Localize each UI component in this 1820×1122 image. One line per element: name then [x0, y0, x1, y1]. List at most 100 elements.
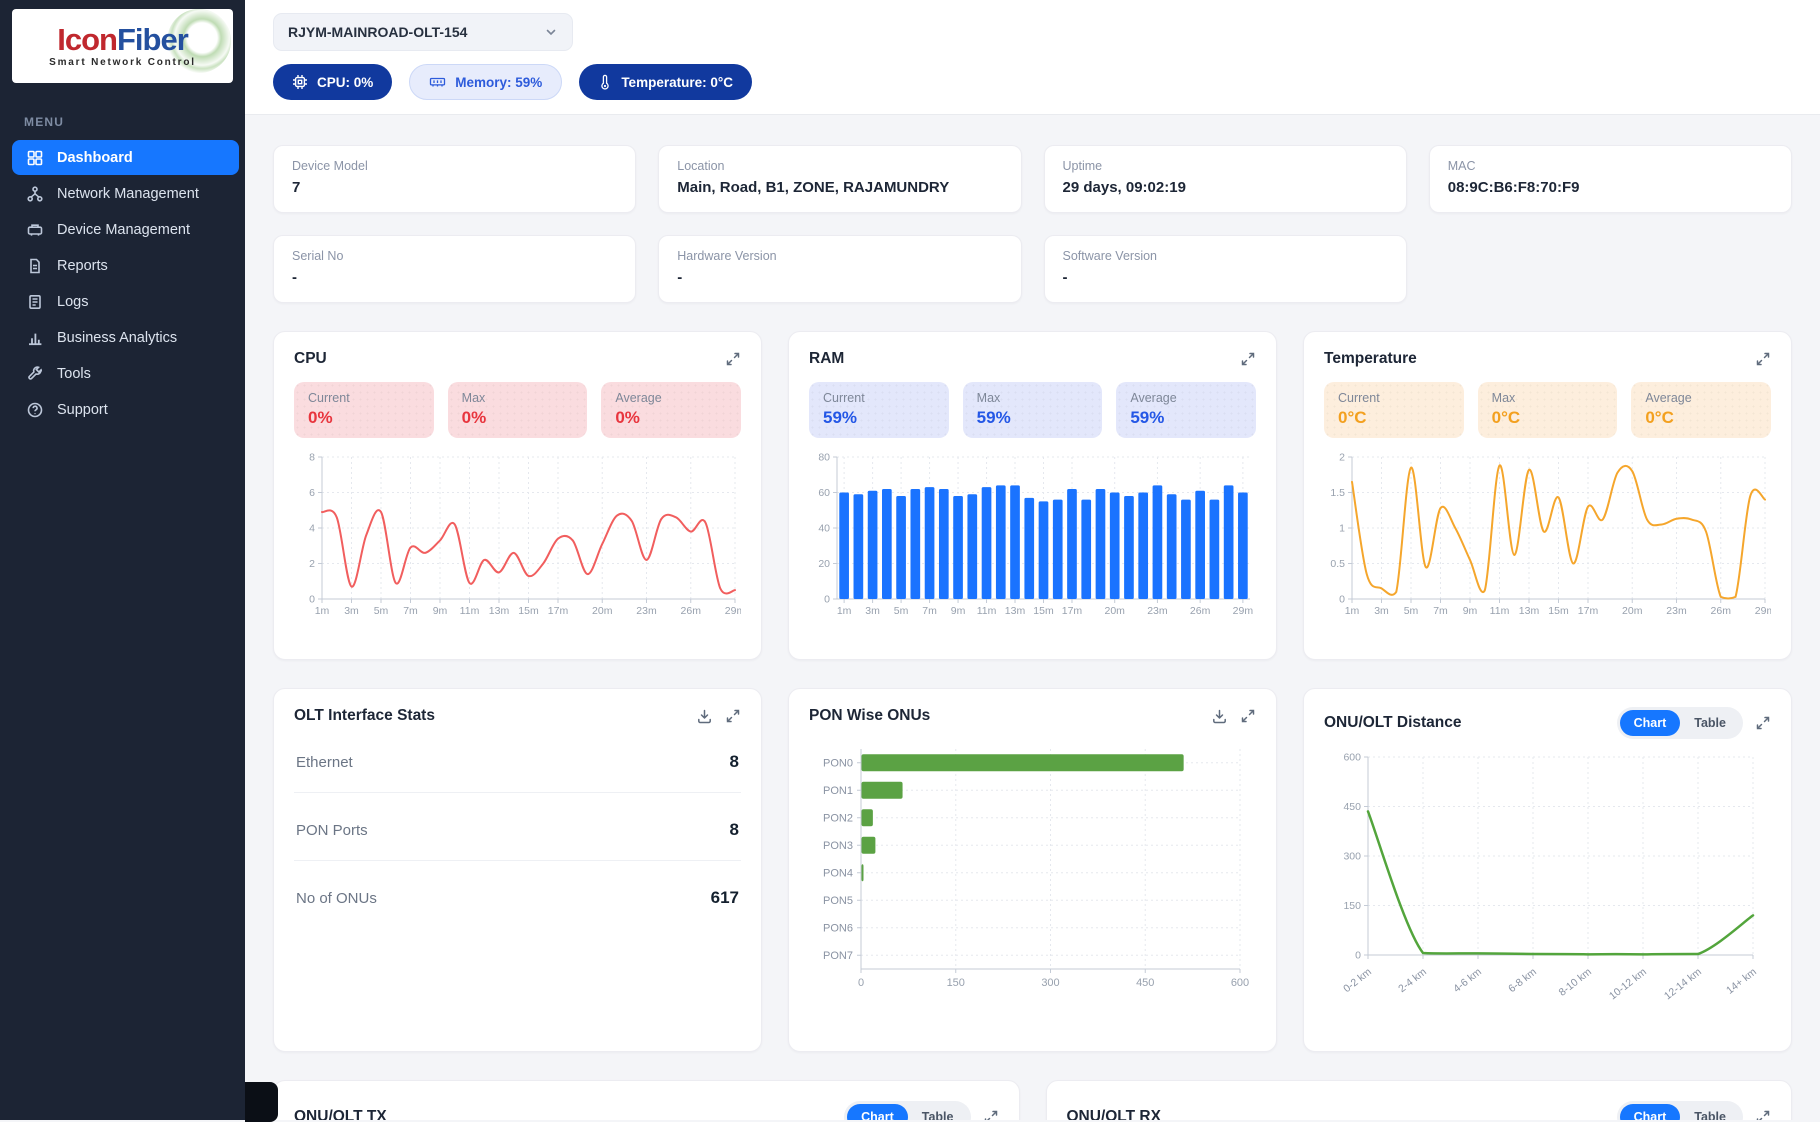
- olt-stat-row-onus: No of ONUs 617: [294, 861, 741, 928]
- svg-text:0: 0: [858, 977, 864, 989]
- sidebar-item-tools[interactable]: Tools: [12, 356, 239, 391]
- svg-text:15m: 15m: [1033, 605, 1054, 617]
- rx-toggle-table-button[interactable]: Table: [1680, 1104, 1740, 1120]
- tile-label: Current: [1338, 391, 1450, 405]
- info-label: Hardware Version: [677, 249, 1002, 263]
- rx-chart-table-toggle[interactable]: Chart Table: [1617, 1101, 1743, 1120]
- tile-value: 59%: [1130, 408, 1242, 428]
- memory-icon: [429, 74, 446, 90]
- svg-text:1m: 1m: [315, 605, 330, 617]
- svg-text:0: 0: [824, 594, 830, 606]
- dashboard-icon: [26, 149, 44, 167]
- svg-text:26m: 26m: [681, 605, 702, 617]
- svg-text:5m: 5m: [1404, 605, 1419, 617]
- svg-text:5m: 5m: [374, 605, 389, 617]
- expand-icon[interactable]: [1755, 715, 1771, 731]
- distance-toggle-table-button[interactable]: Table: [1680, 710, 1740, 736]
- sidebar-item-support[interactable]: Support: [12, 392, 239, 427]
- info-value: -: [677, 269, 1002, 286]
- tile-value: 0%: [308, 408, 420, 428]
- row-label: Ethernet: [296, 754, 353, 771]
- bottom-left-widget[interactable]: [245, 1082, 278, 1122]
- download-icon[interactable]: [1211, 708, 1228, 725]
- cpu-current-tile: Current 0%: [294, 382, 434, 438]
- rx-toggle-chart-button[interactable]: Chart: [1620, 1104, 1681, 1120]
- sidebar-item-reports[interactable]: Reports: [12, 248, 239, 283]
- ram-bar-chart[interactable]: 0204060801m3m5m7m9m11m13m15m17m20m23m26m…: [809, 449, 1256, 621]
- expand-icon[interactable]: [1240, 351, 1256, 367]
- tile-value: 59%: [977, 408, 1089, 428]
- svg-text:2: 2: [1339, 452, 1345, 464]
- tx-chart-table-toggle[interactable]: Chart Table: [844, 1101, 970, 1120]
- svg-text:1m: 1m: [1345, 605, 1360, 617]
- sidebar-item-network-management[interactable]: Network Management: [12, 176, 239, 211]
- svg-text:3m: 3m: [1374, 605, 1389, 617]
- cpu-line-chart[interactable]: 024681m3m5m7m9m11m13m15m17m20m23m26m29m: [294, 449, 741, 621]
- brand-logo[interactable]: IconFiber Smart Network Control: [12, 9, 233, 83]
- svg-text:0: 0: [309, 594, 315, 606]
- svg-text:17m: 17m: [1578, 605, 1599, 617]
- svg-text:29m: 29m: [1755, 605, 1771, 617]
- distance-line-chart[interactable]: 01503004506000-2 km2-4 km4-6 km6-8 km8-1…: [1324, 747, 1771, 1019]
- svg-text:29m: 29m: [725, 605, 741, 617]
- tools-icon: [26, 365, 44, 383]
- pon-horizontal-bar-chart[interactable]: 0150300450600PON0PON1PON2PON3PON4PON5PON…: [809, 741, 1256, 997]
- svg-text:600: 600: [1343, 752, 1361, 764]
- tile-label: Average: [1645, 391, 1757, 405]
- svg-text:PON2: PON2: [823, 812, 853, 824]
- sidebar-item-logs[interactable]: Logs: [12, 284, 239, 319]
- svg-text:40: 40: [818, 523, 830, 535]
- svg-text:PON4: PON4: [823, 867, 853, 879]
- cpu-status-pill[interactable]: CPU: 0%: [273, 64, 392, 100]
- cpu-stat-tiles: Current0% Max0% Average0%: [294, 382, 741, 438]
- expand-icon[interactable]: [1755, 1109, 1771, 1120]
- expand-icon[interactable]: [725, 351, 741, 367]
- svg-text:7m: 7m: [922, 605, 937, 617]
- distance-toggle-chart-button[interactable]: Chart: [1620, 710, 1681, 736]
- svg-text:60: 60: [818, 487, 830, 499]
- expand-icon[interactable]: [1240, 708, 1256, 724]
- brand-name: IconFiber: [57, 24, 188, 55]
- svg-text:15m: 15m: [1548, 605, 1569, 617]
- sidebar-item-device-management[interactable]: Device Management: [12, 212, 239, 247]
- svg-text:14+ km: 14+ km: [1724, 966, 1759, 997]
- svg-text:450: 450: [1136, 977, 1154, 989]
- svg-text:PON1: PON1: [823, 785, 853, 797]
- download-icon[interactable]: [696, 708, 713, 725]
- expand-icon[interactable]: [725, 708, 741, 724]
- row-label: No of ONUs: [296, 890, 377, 907]
- onu-olt-tx-card: ONU/OLT TX Chart Table: [273, 1080, 1020, 1120]
- temperature-card-title: Temperature: [1324, 350, 1417, 368]
- onu-olt-rx-card: ONU/OLT RX Chart Table: [1046, 1080, 1793, 1120]
- analytics-icon: [26, 329, 44, 347]
- device-selector-dropdown[interactable]: RJYM-MAINROAD-OLT-154: [273, 13, 573, 51]
- tile-label: Current: [308, 391, 420, 405]
- temperature-status-pill[interactable]: Temperature: 0°C: [579, 64, 752, 100]
- svg-text:13m: 13m: [489, 605, 510, 617]
- cpu-pill-label: CPU: 0%: [317, 75, 373, 90]
- ram-average-tile: Average59%: [1116, 382, 1256, 438]
- tx-toggle-table-button[interactable]: Table: [908, 1104, 968, 1120]
- tx-toggle-chart-button[interactable]: Chart: [847, 1104, 908, 1120]
- svg-text:11m: 11m: [460, 605, 480, 617]
- sidebar-item-business-analytics[interactable]: Business Analytics: [12, 320, 239, 355]
- svg-text:29m: 29m: [1233, 605, 1254, 617]
- temperature-average-tile: Average0°C: [1631, 382, 1771, 438]
- svg-text:20m: 20m: [1104, 605, 1125, 617]
- svg-text:80: 80: [818, 452, 830, 464]
- tile-label: Current: [823, 391, 935, 405]
- sidebar-item-dashboard[interactable]: Dashboard: [12, 140, 239, 175]
- distance-chart-table-toggle[interactable]: Chart Table: [1617, 707, 1743, 739]
- svg-text:9m: 9m: [951, 605, 966, 617]
- svg-text:9m: 9m: [433, 605, 448, 617]
- svg-text:9m: 9m: [1463, 605, 1478, 617]
- memory-status-pill[interactable]: Memory: 59%: [409, 64, 562, 100]
- temperature-stat-tiles: Current0°C Max0°C Average0°C: [1324, 382, 1771, 438]
- expand-icon[interactable]: [1755, 351, 1771, 367]
- tile-value: 0°C: [1492, 408, 1604, 428]
- expand-icon[interactable]: [983, 1109, 999, 1120]
- temperature-line-chart[interactable]: 00.511.521m3m5m7m9m11m13m15m17m20m23m26m…: [1324, 449, 1771, 621]
- cpu-average-tile: Average0%: [601, 382, 741, 438]
- olt-interface-stats-card: OLT Interface Stats Ethernet 8 PON Ports…: [273, 688, 762, 1052]
- svg-text:6-8 km: 6-8 km: [1506, 966, 1539, 995]
